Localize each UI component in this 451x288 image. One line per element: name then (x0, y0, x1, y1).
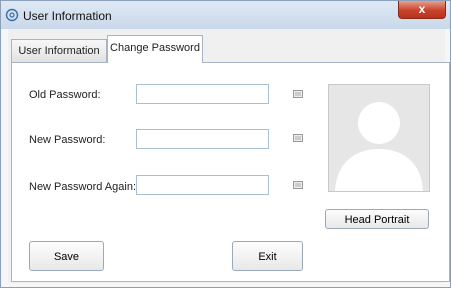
old-password-label: Old Password: (29, 89, 101, 101)
new-password-again-field[interactable] (136, 175, 269, 195)
keyboard-icon[interactable] (293, 90, 303, 98)
head-portrait-image (328, 84, 430, 192)
tab-label: Change Password (110, 42, 200, 54)
tab-change-password[interactable]: Change Password (107, 35, 203, 63)
keyboard-icon[interactable] (293, 134, 303, 142)
tab-user-information[interactable]: User Information (11, 39, 107, 62)
settings-icon (5, 8, 19, 22)
close-icon: x (418, 2, 426, 16)
head-portrait-button[interactable]: Head Portrait (325, 209, 429, 229)
new-password-again-label: New Password Again: (29, 181, 136, 193)
exit-button[interactable]: Exit (232, 241, 303, 271)
keyboard-icon[interactable] (293, 181, 303, 189)
change-password-panel: Old Password: New Password: New Password… (11, 62, 450, 282)
tab-label: User Information (18, 45, 100, 57)
new-password-field[interactable] (136, 129, 269, 149)
save-button[interactable]: Save (29, 241, 104, 271)
window-title: User Information (23, 9, 112, 23)
avatar-placeholder-icon (335, 102, 423, 191)
new-password-label: New Password: (29, 134, 106, 146)
title-bar[interactable]: User Information x (1, 1, 450, 29)
close-button[interactable]: x (398, 1, 446, 19)
user-information-window: User Information x User Information Chan… (0, 0, 451, 288)
old-password-field[interactable] (136, 84, 269, 104)
window-client-area: User Information Change Password Old Pas… (8, 29, 450, 283)
